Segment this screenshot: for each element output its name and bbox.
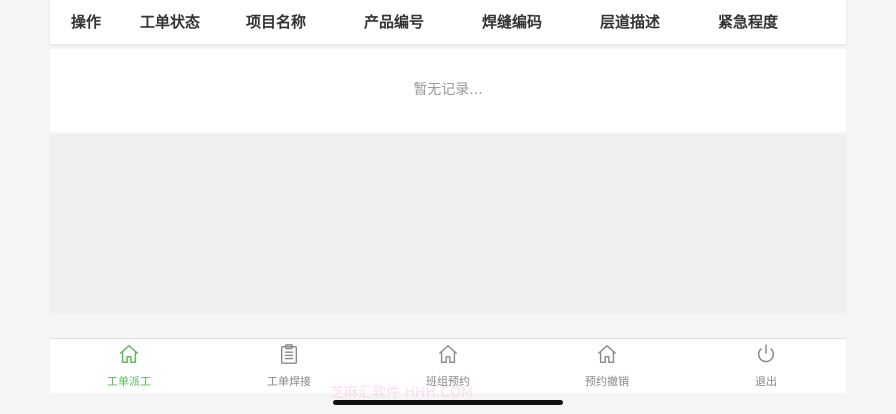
column-header-urgency: 紧急程度 [718, 13, 779, 31]
column-header-action: 操作 [71, 13, 102, 31]
power-icon [757, 344, 775, 363]
home-icon [120, 345, 138, 363]
column-header-status: 工单状态 [140, 13, 201, 31]
tab-cancel-reservation[interactable]: 预约撤销 [547, 339, 667, 393]
home-indicator[interactable] [333, 400, 563, 405]
tab-logout[interactable]: 退出 [706, 339, 826, 393]
home-icon [439, 345, 457, 363]
empty-state-panel: 暂无记录... [50, 49, 846, 132]
tab-cancel-reservation-label: 预约撤销 [585, 375, 629, 388]
column-header-product-number: 产品编号 [364, 13, 425, 31]
content-area [50, 134, 846, 314]
tab-logout-label: 退出 [755, 375, 777, 388]
table-header: 操作 工单状态 项目名称 产品编号 焊缝编码 层道描述 紧急程度 [50, 0, 846, 45]
column-header-weld-code: 焊缝编码 [482, 13, 543, 31]
home-icon [598, 345, 616, 363]
watermark-text: 芝麻汇软件 HHH.COM [330, 385, 474, 401]
column-header-project-name: 项目名称 [246, 13, 307, 31]
column-header-layer-description: 层道描述 [600, 13, 661, 31]
empty-state-text: 暂无记录... [413, 82, 483, 98]
tab-dispatch[interactable]: 工单派工 [69, 339, 189, 393]
tab-dispatch-label: 工单派工 [107, 375, 151, 388]
clipboard-icon [280, 344, 298, 364]
